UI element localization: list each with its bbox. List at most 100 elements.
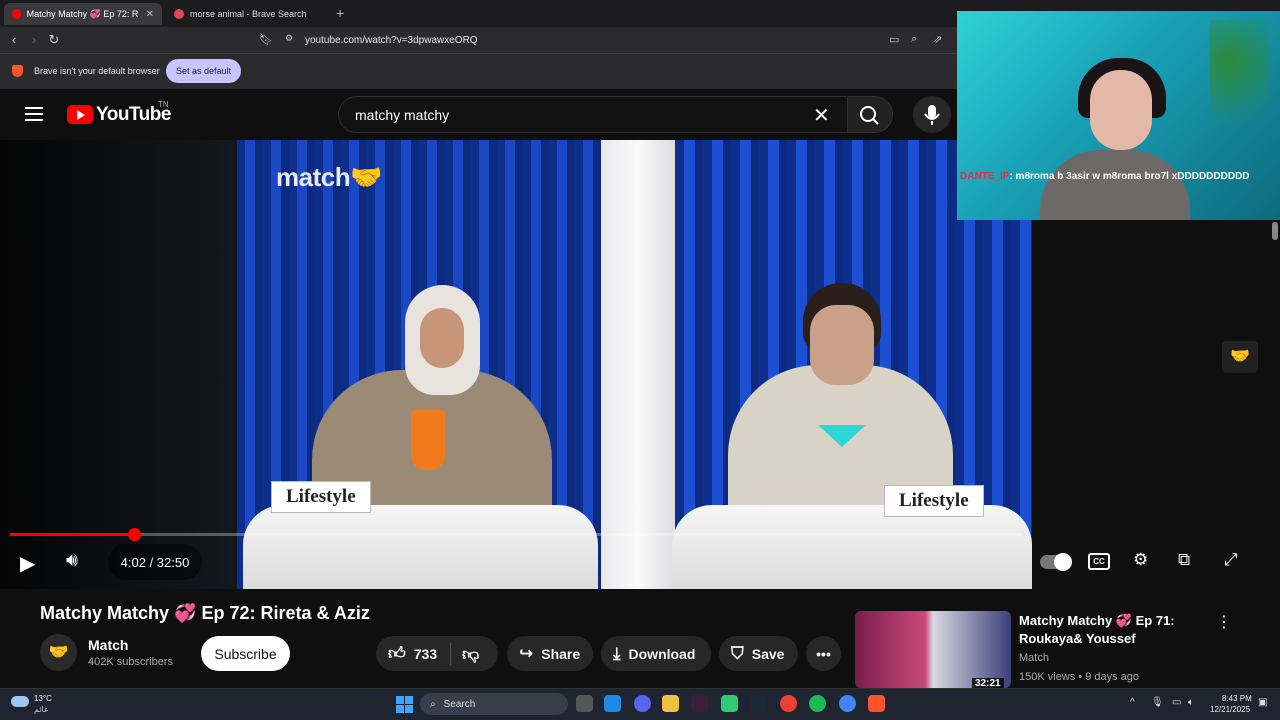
tab-matchy-matchy[interactable]: Matchy Matchy 💞 Ep 72: Rireta ✕: [4, 3, 162, 25]
scrollbar-thumb[interactable]: [1272, 222, 1278, 240]
channel-watermark-icon[interactable]: 🤝: [1222, 341, 1258, 373]
infobar-message: Brave isn't your default browser: [34, 66, 160, 76]
taskbar-search-label: Search: [443, 698, 476, 710]
channel-avatar[interactable]: 🤝: [40, 634, 77, 671]
site-info-icon[interactable]: ⚙: [285, 33, 293, 44]
subscriber-count: 402K subscribers: [88, 656, 173, 668]
country-code: TN: [158, 100, 169, 109]
more-actions-button[interactable]: •••: [806, 636, 841, 671]
match-brand-overlay: match🤝: [276, 162, 382, 192]
clear-search-icon[interactable]: ✕: [813, 103, 830, 128]
clock-date[interactable]: 12/21/2025: [1210, 705, 1250, 714]
brave-lion-icon: [12, 65, 23, 77]
search-input[interactable]: [338, 96, 847, 133]
search-button[interactable]: [847, 96, 893, 133]
reload-icon[interactable]: ↻: [46, 32, 62, 48]
progress-played: [10, 533, 134, 536]
lifestyle-sign-right: Lifestyle: [884, 485, 984, 517]
more-vertical-icon[interactable]: ⋮: [1216, 612, 1232, 632]
recommended-video-title[interactable]: Matchy Matchy 💞 Ep 71: Roukaya& Youssef: [1019, 612, 1194, 648]
chat-username: DANTE_IP: [960, 171, 1010, 182]
brave-favicon-icon: [174, 9, 184, 19]
thumbs-down-icon: 👎︎: [462, 645, 480, 664]
more-horizontal-icon: •••: [816, 645, 831, 662]
play-icon[interactable]: ▶: [20, 551, 35, 576]
autoplay-toggle[interactable]: [1040, 553, 1072, 571]
taskbar-search[interactable]: ⌕ Search: [420, 693, 568, 715]
share-arrow-icon: ↪: [519, 643, 534, 663]
app-icon[interactable]: [691, 695, 708, 712]
chat-message: DANTE_IP: m8roma b 3asir w m8roma bro7l …: [960, 171, 1250, 182]
recommended-video-channel[interactable]: Match: [1019, 652, 1049, 664]
file-explorer-icon[interactable]: [662, 695, 679, 712]
chrome-profile-icon[interactable]: [839, 695, 856, 712]
url-field[interactable]: youtube.com/watch?v=3dpwawxeORQ: [305, 35, 478, 46]
chrome-icon[interactable]: [780, 695, 797, 712]
recommended-video-thumbnail[interactable]: [855, 611, 1011, 688]
notifications-icon[interactable]: ▣: [1258, 697, 1267, 708]
zoom-icon[interactable]: ⌕: [911, 33, 917, 46]
set-as-default-button[interactable]: Set as default: [166, 59, 241, 83]
game-app-icon[interactable]: [721, 695, 738, 712]
brave-icon[interactable]: [868, 695, 885, 712]
tab-label: morse animal - Brave Search: [190, 9, 307, 19]
share-label: Share: [541, 645, 581, 662]
download-button[interactable]: ⤓ Download: [601, 636, 711, 671]
cast-icon[interactable]: ▭: [889, 33, 899, 46]
discord-icon[interactable]: [634, 695, 651, 712]
volume-icon[interactable]: 🔊︎: [66, 550, 78, 572]
tray-overflow-icon[interactable]: ^: [1130, 697, 1135, 708]
settings-gear-icon[interactable]: ⚙: [1133, 550, 1148, 570]
windows-start-icon[interactable]: [396, 696, 413, 713]
task-view-icon[interactable]: [576, 695, 593, 712]
youtube-favicon-icon: [12, 9, 21, 19]
lifestyle-sign-left: Lifestyle: [271, 481, 371, 513]
subscribe-button[interactable]: Subscribe: [201, 636, 290, 671]
tray-network-icon[interactable]: ▭: [1172, 697, 1181, 708]
close-tab-icon[interactable]: ✕: [146, 9, 154, 20]
microphone-icon: [924, 105, 940, 125]
spotify-icon[interactable]: [809, 695, 826, 712]
recommended-video-meta: 150K views • 9 days ago: [1019, 671, 1140, 683]
share-page-icon[interactable]: ⇗: [933, 33, 942, 46]
chat-text: : m8roma b 3asir w m8roma bro7l xDDDDDDD…: [1009, 171, 1250, 182]
like-dislike-group: 👍︎ 733 👎︎: [376, 636, 498, 671]
voice-search-button[interactable]: [913, 96, 951, 133]
channel-name[interactable]: Match: [88, 637, 128, 653]
save-label: Save: [751, 645, 785, 662]
miniplayer-icon[interactable]: ⧉: [1178, 550, 1190, 570]
tray-mic-icon[interactable]: 🎙︎: [1151, 697, 1164, 708]
outlook-icon[interactable]: [604, 695, 621, 712]
like-count: 733: [413, 645, 438, 662]
download-label: Download: [628, 645, 696, 662]
time-display: 4:02 / 32:50: [108, 544, 202, 580]
weather-description: غائم: [34, 705, 49, 714]
youtube-logo-icon[interactable]: [67, 105, 93, 124]
progress-bar[interactable]: [10, 533, 1022, 536]
download-icon: ⤓: [613, 643, 621, 663]
bookmark-icon[interactable]: 🔖︎: [259, 33, 273, 46]
weather-temperature[interactable]: 13°C: [34, 694, 52, 703]
tray-volume-icon[interactable]: 🔈︎: [1188, 697, 1194, 708]
back-arrow-icon[interactable]: ‹: [6, 32, 22, 47]
like-divider: [450, 643, 451, 665]
right-panel: [1032, 220, 1280, 589]
video-title: Matchy Matchy 💞 Ep 72: Rireta & Aziz: [40, 603, 370, 623]
save-button[interactable]: ⛉ Save: [719, 636, 798, 671]
bookmark-save-icon: ⛉: [731, 643, 744, 663]
clock-time[interactable]: 8:43 PM: [1222, 694, 1252, 703]
tab-morse-animal[interactable]: morse animal - Brave Search: [166, 3, 326, 25]
forward-arrow-icon[interactable]: ›: [26, 32, 42, 47]
search-icon: [860, 106, 879, 125]
new-tab-plus-icon[interactable]: +: [336, 5, 344, 21]
subtitles-cc-icon[interactable]: CC: [1088, 553, 1110, 570]
video-player[interactable]: match🤝 Lifestyle Lifestyle: [0, 140, 1032, 589]
dislike-button[interactable]: 👎︎: [462, 644, 487, 665]
cloud-weather-icon[interactable]: [11, 696, 29, 707]
progress-scrubber-handle[interactable]: [128, 528, 141, 541]
share-button[interactable]: ↪ Share: [507, 636, 593, 671]
steam-icon[interactable]: [750, 695, 767, 712]
hamburger-menu-icon[interactable]: [25, 107, 43, 121]
like-button[interactable]: 👍︎ 733: [376, 643, 437, 664]
fullscreen-icon[interactable]: ⤢: [1224, 550, 1238, 570]
